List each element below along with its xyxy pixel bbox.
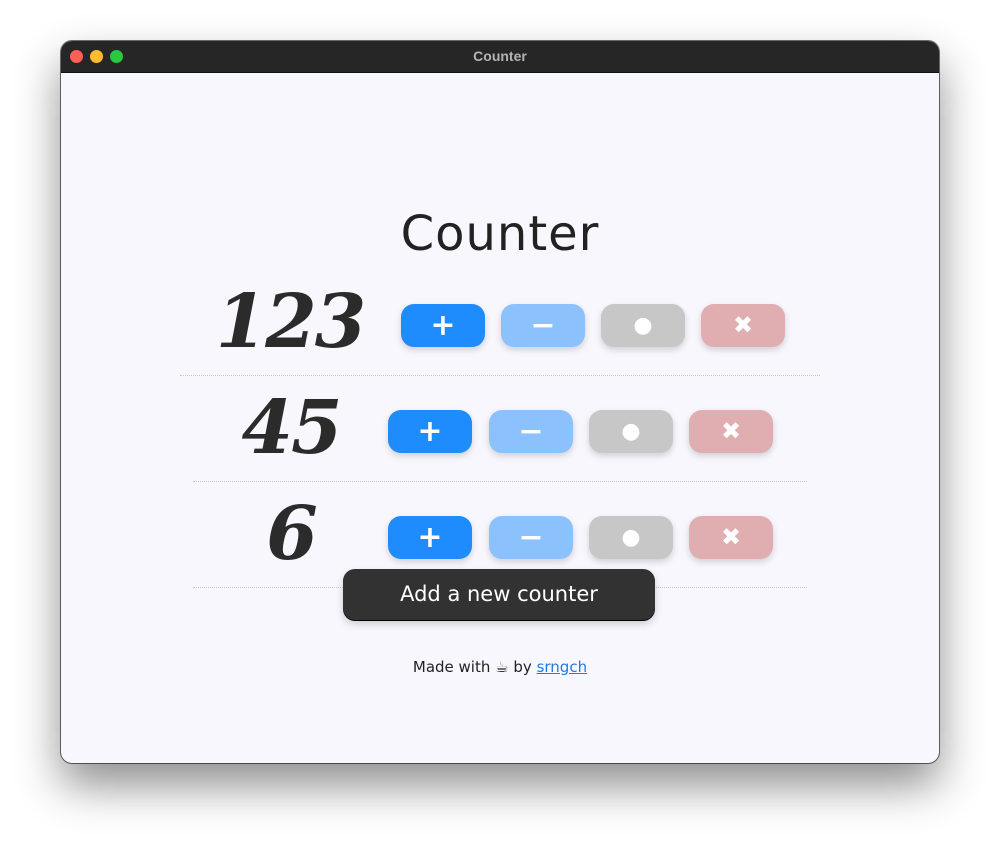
- reset-button[interactable]: ●: [589, 516, 673, 559]
- decrement-button[interactable]: −: [489, 516, 573, 559]
- counter-value: 123: [215, 279, 366, 365]
- increment-button[interactable]: +: [388, 516, 472, 559]
- app-content: Counter 123 + − ● ✖ 45 + − ● ✖ 6 + − ● ✖…: [61, 73, 939, 763]
- increment-button[interactable]: +: [401, 304, 485, 347]
- reset-button[interactable]: ●: [589, 410, 673, 453]
- delete-button[interactable]: ✖: [689, 516, 773, 559]
- title-bar: Counter: [61, 41, 939, 73]
- footer-by: by: [513, 658, 532, 676]
- coffee-icon: ☕: [495, 658, 509, 676]
- window-title: Counter: [473, 48, 527, 64]
- increment-button[interactable]: +: [388, 410, 472, 453]
- counter-row: 45 + − ● ✖: [193, 376, 807, 482]
- counter-value: 45: [241, 385, 343, 471]
- app-window: Counter Counter 123 + − ● ✖ 45 + − ● ✖ 6…: [61, 41, 939, 763]
- add-counter-button[interactable]: Add a new counter: [343, 569, 655, 620]
- footer: Made with ☕ by srngch: [61, 658, 939, 676]
- footer-prefix: Made with: [412, 658, 491, 676]
- decrement-button[interactable]: −: [501, 304, 585, 347]
- decrement-button[interactable]: −: [489, 410, 573, 453]
- author-link[interactable]: srngch: [537, 658, 588, 676]
- delete-button[interactable]: ✖: [701, 304, 785, 347]
- reset-button[interactable]: ●: [601, 304, 685, 347]
- app-heading: Counter: [400, 206, 600, 262]
- delete-button[interactable]: ✖: [689, 410, 773, 453]
- counter-row: 123 + − ● ✖: [180, 270, 820, 376]
